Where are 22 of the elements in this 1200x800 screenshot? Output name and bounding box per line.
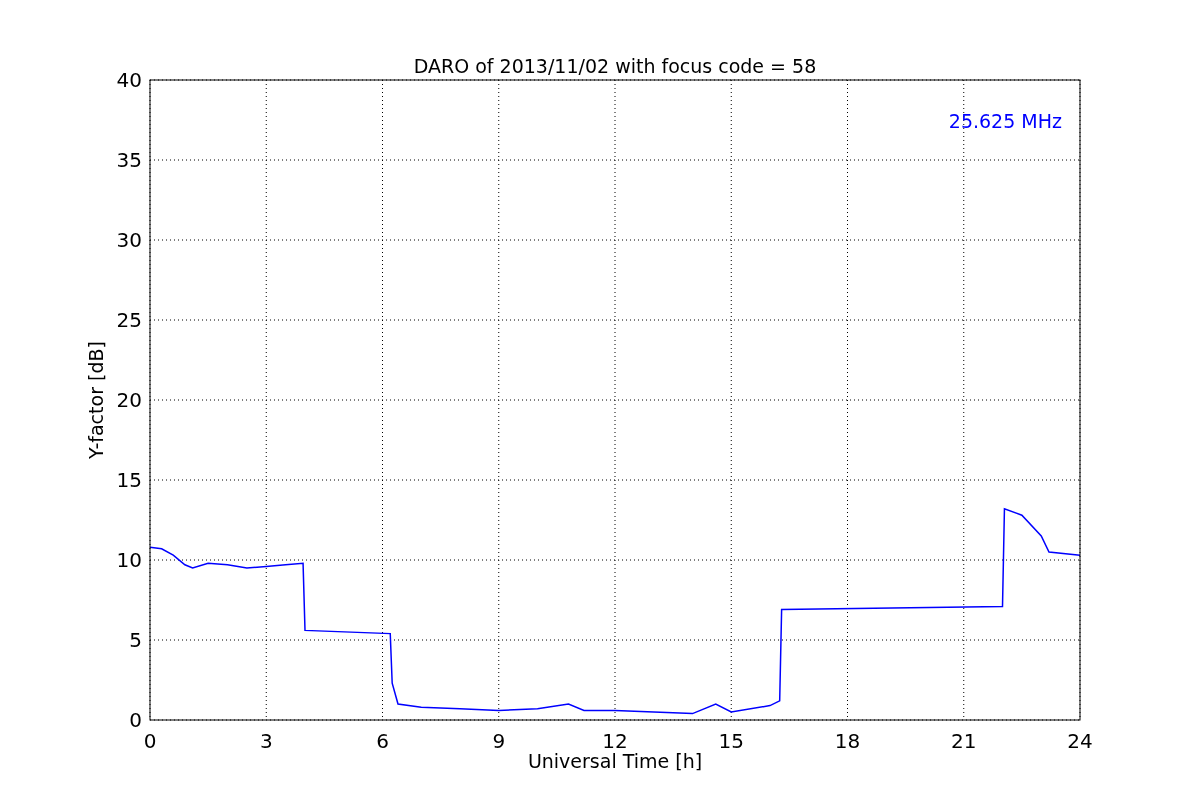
x-axis-label: Universal Time [h] <box>527 750 703 772</box>
y-tick-label: 0 <box>129 708 142 732</box>
x-tick-label: 3 <box>259 729 273 753</box>
y-tick-label: 25 <box>116 308 142 332</box>
x-tick-label: 0 <box>143 729 157 753</box>
x-tick-label: 6 <box>376 729 389 753</box>
x-tick-label: 24 <box>1067 729 1093 753</box>
y-axis-label: Y-factor [dB] <box>85 341 107 459</box>
x-tick-label: 18 <box>834 729 861 753</box>
x-tick-label: 9 <box>492 729 506 753</box>
y-tick-label: 20 <box>116 388 142 412</box>
x-tick-label: 12 <box>602 729 628 753</box>
y-tick-label: 10 <box>116 548 142 572</box>
series-label: 25.625 MHz <box>948 110 1062 132</box>
y-tick-label: 35 <box>116 148 142 172</box>
chart-title: DARO of 2013/11/02 with focus code = 58 <box>413 55 817 77</box>
y-tick-label: 30 <box>116 228 142 252</box>
y-tick-label: 15 <box>116 468 142 492</box>
x-tick-label: 15 <box>718 729 744 753</box>
x-tick-label: 21 <box>951 729 977 753</box>
y-tick-label: 5 <box>129 628 142 652</box>
y-tick-label: 40 <box>116 68 142 92</box>
